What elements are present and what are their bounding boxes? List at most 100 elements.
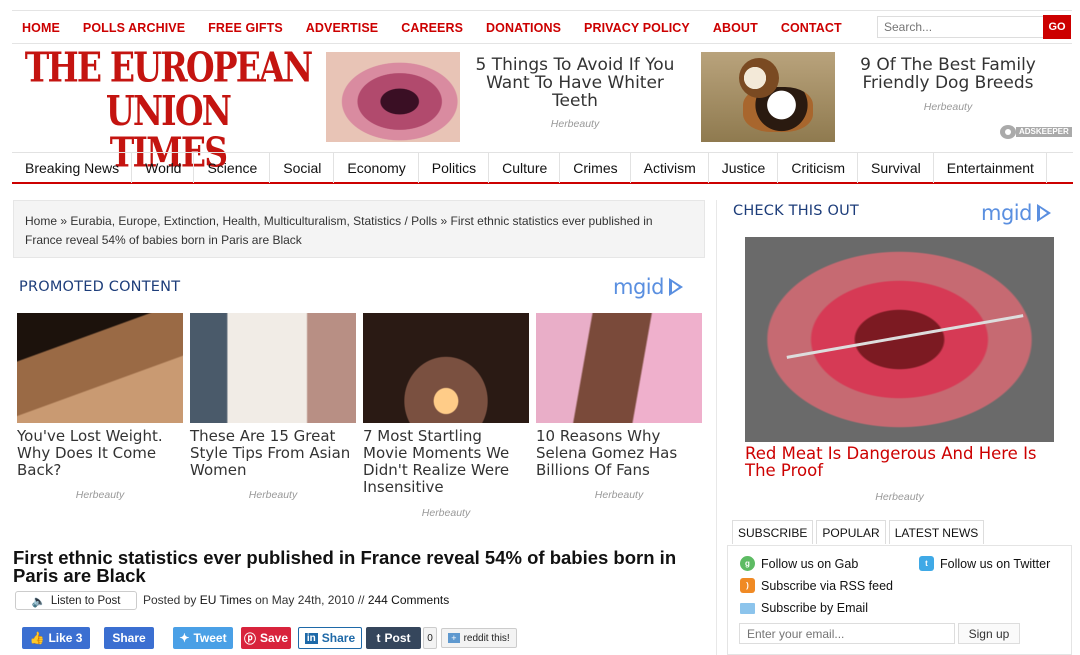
top-nav-home[interactable]: HOME: [22, 21, 60, 35]
facebook-share-button[interactable]: Share: [104, 627, 154, 649]
nav-crimes[interactable]: Crimes: [560, 153, 631, 183]
rss-label: Subscribe via RSS feed: [761, 578, 894, 593]
header-ad-source-1: Herbeauty: [550, 118, 600, 130]
nav-justice[interactable]: Justice: [709, 153, 779, 183]
promo-source: Herbeauty: [75, 489, 125, 501]
linkedin-share-button[interactable]: in Share: [298, 627, 362, 649]
reddit-plus-icon: +: [448, 633, 460, 643]
nav-economy[interactable]: Economy: [334, 153, 419, 183]
email-subscribe-link[interactable]: Subscribe by Email: [740, 601, 868, 615]
promo-title[interactable]: These Are 15 Great Style Tips From Asian…: [190, 428, 356, 479]
reddit-label: reddit this!: [463, 632, 510, 644]
sidebar-ad-title[interactable]: Red Meat Is Dangerous And Here Is The Pr…: [745, 445, 1045, 479]
promo-title[interactable]: You've Lost Weight. Why Does It Come Bac…: [17, 428, 183, 479]
skewer-shape: [786, 314, 1024, 359]
top-nav-advertise[interactable]: ADVERTISE: [306, 21, 378, 35]
rss-link[interactable]: ) Subscribe via RSS feed: [740, 578, 893, 593]
top-nav-privacy-policy[interactable]: PRIVACY POLICY: [584, 21, 690, 35]
top-nav-careers[interactable]: CAREERS: [401, 21, 463, 35]
reddit-button[interactable]: + reddit this!: [441, 628, 517, 648]
facebook-like-button[interactable]: 👍 Like 3: [22, 627, 90, 649]
check-this-out-header: CHECK THIS OUT: [733, 203, 859, 219]
logo-line-1: THE EUROPEAN UNION: [24, 42, 313, 135]
follow-gab-label: Follow us on Gab: [761, 556, 859, 571]
nav-world[interactable]: World: [132, 153, 195, 183]
promo-image[interactable]: [536, 313, 702, 423]
ad-image-dogs[interactable]: [701, 52, 835, 142]
pinterest-save-button[interactable]: ⓟ Save: [241, 627, 291, 649]
sidebar-ad-image[interactable]: [745, 237, 1054, 442]
post-meta: Posted by EU Times on May 24th, 2010 // …: [143, 593, 449, 607]
post-date: on May 24th, 2010 //: [255, 593, 365, 607]
top-nav-polls-archive[interactable]: POLLS ARCHIVE: [83, 21, 185, 35]
nav-activism[interactable]: Activism: [631, 153, 709, 183]
posted-prefix: Posted by: [143, 593, 197, 607]
linkedin-icon: in: [304, 632, 318, 644]
tweet-label: Tweet: [193, 631, 227, 645]
promo-card[interactable]: 10 Reasons Why Selena Gomez Has Billions…: [536, 313, 702, 479]
tab-latest-news[interactable]: LATEST NEWS: [888, 520, 985, 544]
top-nav-donations[interactable]: DONATIONS: [486, 21, 561, 35]
follow-twitter-link[interactable]: t Follow us on Twitter: [919, 556, 1050, 571]
promo-card[interactable]: These Are 15 Great Style Tips From Asian…: [190, 313, 356, 479]
breadcrumb[interactable]: Home » Eurabia, Europe, Extinction, Heal…: [13, 200, 705, 258]
nav-criticism[interactable]: Criticism: [778, 153, 858, 183]
author-link[interactable]: EU Times: [200, 593, 252, 607]
top-nav-about[interactable]: ABOUT: [713, 21, 758, 35]
adskeeper-badge[interactable]: ADSKEEPER: [1000, 125, 1072, 139]
top-nav: HOME POLLS ARCHIVE FREE GIFTS ADVERTISE …: [22, 21, 865, 35]
mgid-logo[interactable]: mgid: [613, 275, 683, 299]
search-go-button[interactable]: GO: [1043, 15, 1071, 39]
top-bar: HOME POLLS ARCHIVE FREE GIFTS ADVERTISE …: [12, 10, 1072, 44]
twitter-icon: t: [919, 556, 934, 571]
nav-social[interactable]: Social: [270, 153, 335, 183]
header-ad-title-1[interactable]: 5 Things To Avoid If You Want To Have Wh…: [466, 56, 684, 110]
nav-breaking-news[interactable]: Breaking News: [12, 153, 133, 183]
top-nav-contact[interactable]: CONTACT: [781, 21, 842, 35]
search-input[interactable]: [877, 16, 1052, 38]
fb-like-label: Like 3: [48, 631, 83, 645]
header-ad-title-2[interactable]: 9 Of The Best Family Friendly Dog Breeds: [846, 56, 1050, 92]
follow-gab-link[interactable]: g Follow us on Gab: [740, 556, 858, 571]
sidebar-mgid-logo[interactable]: mgid: [981, 201, 1051, 225]
tumblr-post-button[interactable]: t Post: [366, 627, 421, 649]
promoted-content-header: PROMOTED CONTENT: [19, 279, 181, 295]
promo-source: Herbeauty: [594, 489, 644, 501]
mgid-play-icon: [1036, 204, 1051, 222]
nav-entertainment[interactable]: Entertainment: [934, 153, 1047, 183]
article-title: First ethnic statistics ever published i…: [13, 547, 677, 586]
sidebar-divider: [716, 200, 717, 655]
pin-label: Save: [259, 631, 289, 645]
comments-link[interactable]: 244 Comments: [368, 593, 449, 607]
tumblr-icon: t: [376, 631, 381, 645]
nav-science[interactable]: Science: [194, 153, 271, 183]
sidebar-tabs: SUBSCRIBE POPULAR LATEST NEWS: [732, 520, 987, 544]
main-nav: Breaking News World Science Social Econo…: [12, 152, 1073, 184]
sign-up-button[interactable]: Sign up: [958, 623, 1020, 644]
twitter-tweet-button[interactable]: ✦ Tweet: [173, 627, 233, 649]
promo-image[interactable]: [17, 313, 183, 423]
nav-culture[interactable]: Culture: [489, 153, 561, 183]
ad-image-lips[interactable]: [326, 52, 460, 142]
tumblr-label: Post: [384, 631, 411, 645]
tumblr-count: 0: [423, 627, 437, 649]
promo-image[interactable]: [190, 313, 356, 423]
linkedin-label: Share: [321, 631, 356, 645]
promo-card[interactable]: 7 Most Startling Movie Moments We Didn't…: [363, 313, 529, 496]
listen-label: Listen to Post: [50, 594, 121, 607]
nav-politics[interactable]: Politics: [419, 153, 490, 183]
email-subscribe-label: Subscribe by Email: [761, 601, 868, 615]
promo-title[interactable]: 7 Most Startling Movie Moments We Didn't…: [363, 428, 529, 496]
promo-card[interactable]: You've Lost Weight. Why Does It Come Bac…: [17, 313, 183, 479]
promo-title[interactable]: 10 Reasons Why Selena Gomez Has Billions…: [536, 428, 702, 479]
nav-survival[interactable]: Survival: [858, 153, 934, 183]
top-nav-free-gifts[interactable]: FREE GIFTS: [208, 21, 283, 35]
listen-to-post-button[interactable]: 🔈 Listen to Post: [15, 591, 137, 610]
promo-image[interactable]: [363, 313, 529, 423]
tab-popular[interactable]: POPULAR: [816, 520, 886, 544]
tab-subscribe[interactable]: SUBSCRIBE: [732, 520, 814, 544]
email-input[interactable]: [739, 623, 955, 644]
rss-icon: ): [740, 578, 755, 593]
speaker-icon: 🔈: [31, 595, 46, 608]
thumbs-up-icon: 👍: [29, 631, 45, 645]
